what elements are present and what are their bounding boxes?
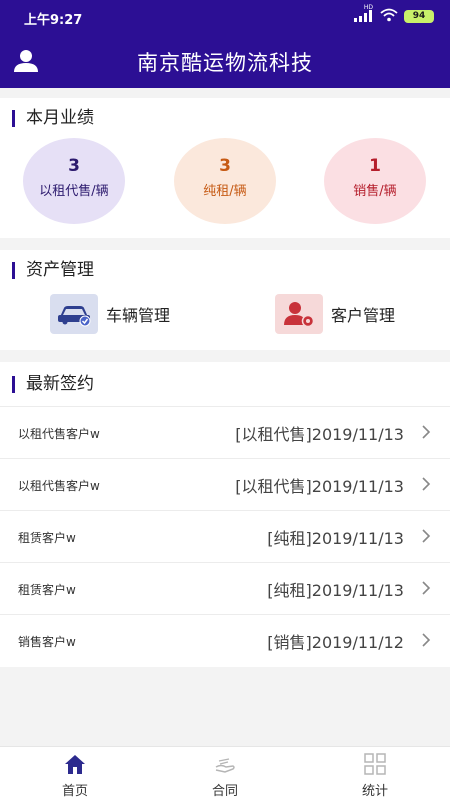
stats-grid-icon — [364, 753, 386, 775]
wifi-icon — [380, 8, 398, 22]
contract-customer: 以租代售客户w — [18, 479, 100, 493]
stat-lease-to-own[interactable]: 3 以租代售/辆 — [23, 138, 125, 224]
contract-customer: 销售客户w — [18, 635, 76, 649]
customer-management-label: 客户管理 — [331, 306, 396, 325]
chevron-right-icon — [422, 633, 431, 647]
chevron-right-icon — [422, 425, 431, 439]
contract-customer: 租赁客户w — [18, 583, 76, 597]
status-time: 上午9:27 — [24, 13, 83, 28]
stat-count: 1 — [369, 156, 381, 176]
chevron-right-icon — [422, 581, 431, 595]
car-check-icon — [50, 294, 98, 334]
vehicle-management-button[interactable]: 车辆管理 — [50, 294, 170, 334]
stat-label: 纯租/辆 — [203, 184, 247, 199]
nav-contract[interactable]: 合同 — [185, 747, 265, 800]
nav-stats-label: 统计 — [361, 784, 388, 799]
bottom-nav: 首页 合同 统计 — [0, 746, 450, 800]
nav-home-label: 首页 — [61, 784, 88, 799]
app-header: 南京酷运物流科技 — [0, 34, 450, 88]
stat-pure-lease[interactable]: 3 纯租/辆 — [174, 138, 276, 224]
stat-sales[interactable]: 1 销售/辆 — [324, 138, 426, 224]
home-icon — [65, 755, 85, 774]
latest-contracts-card: 最新签约 以租代售客户w [以租代售]2019/11/13 以租代售客户w [以… — [0, 362, 450, 667]
user-settings-icon — [275, 294, 323, 334]
contract-info: [以租代售]2019/11/13 — [235, 425, 404, 444]
vehicle-management-label: 车辆管理 — [106, 306, 171, 325]
monthly-performance-card: 本月业绩 3 以租代售/辆 3 纯租/辆 1 销售/辆 — [0, 98, 450, 238]
contract-icon — [215, 758, 235, 773]
chevron-right-icon — [422, 477, 431, 491]
section-title-performance: 本月业绩 — [12, 108, 94, 128]
contract-row[interactable]: 以租代售客户w [以租代售]2019/11/13 — [0, 458, 450, 510]
section-title-latest: 最新签约 — [12, 374, 94, 394]
contract-row[interactable]: 租赁客户w [纯租]2019/11/13 — [0, 562, 450, 614]
page-title: 南京酷运物流科技 — [137, 51, 313, 75]
contract-info: [纯租]2019/11/13 — [267, 581, 404, 600]
contract-info: [销售]2019/11/12 — [267, 633, 404, 652]
stat-count: 3 — [219, 156, 231, 176]
battery-icon: 94 — [404, 10, 434, 23]
contract-row[interactable]: 租赁客户w [纯租]2019/11/13 — [0, 510, 450, 562]
contract-row[interactable]: 销售客户w [销售]2019/11/12 — [0, 614, 450, 666]
asset-management-card: 资产管理 车辆管理 客户管理 — [0, 250, 450, 350]
nav-contract-label: 合同 — [211, 784, 238, 799]
nav-home[interactable]: 首页 — [35, 747, 115, 800]
top-bar: 上午9:27 HD 94 南京酷运物流科技 — [0, 0, 450, 88]
signal-icon — [354, 10, 372, 22]
contract-info: [以租代售]2019/11/13 — [235, 477, 404, 496]
customer-management-button[interactable]: 客户管理 — [275, 294, 395, 334]
contract-customer: 租赁客户w — [18, 531, 76, 545]
contract-customer: 以租代售客户w — [18, 427, 100, 441]
chevron-right-icon — [422, 529, 431, 543]
contract-info: [纯租]2019/11/13 — [267, 529, 404, 548]
nav-stats[interactable]: 统计 — [335, 747, 415, 800]
stat-label: 以租代售/辆 — [39, 184, 109, 199]
status-bar: 上午9:27 HD 94 — [0, 0, 450, 34]
contract-row[interactable]: 以租代售客户w [以租代售]2019/11/13 — [0, 406, 450, 458]
stat-count: 3 — [68, 156, 80, 176]
stat-label: 销售/辆 — [353, 184, 397, 199]
section-title-assets: 资产管理 — [12, 260, 94, 280]
